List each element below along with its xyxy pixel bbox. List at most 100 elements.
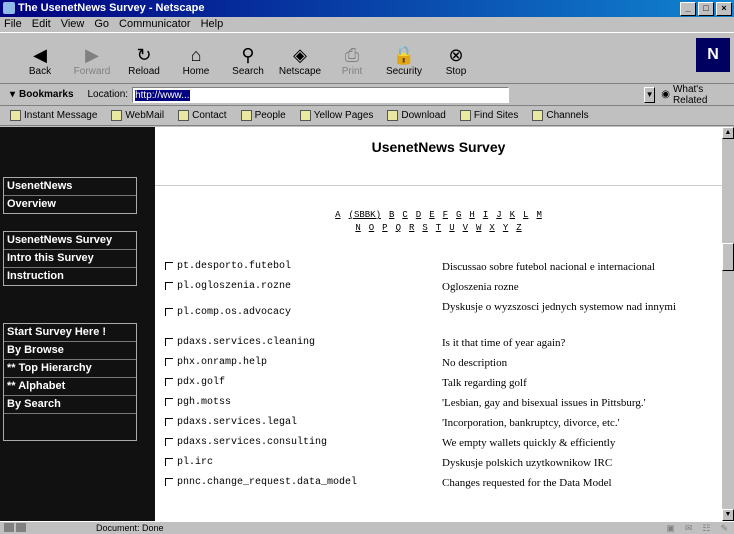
alpha-link[interactable]: Y [503, 223, 508, 233]
nav-usenetnews-survey[interactable]: UsenetNews Survey [4, 232, 136, 250]
scroll-thumb[interactable] [722, 243, 734, 271]
alpha-link[interactable]: O [369, 223, 374, 233]
forward-arrow-icon: ▶ [85, 45, 99, 65]
whats-related-button[interactable]: ◉ What's Related [661, 84, 734, 106]
alpha-link[interactable]: E [429, 210, 434, 220]
vertical-scrollbar[interactable]: ▲ ▼ [722, 127, 734, 521]
alpha-link[interactable]: C [402, 210, 407, 220]
group-checkbox[interactable] [165, 282, 173, 290]
alpha-link[interactable]: M [536, 210, 541, 220]
netscape-button[interactable]: ◈ Netscape [274, 33, 326, 79]
alpha-link[interactable]: F [443, 210, 448, 220]
menu-go[interactable]: Go [94, 17, 109, 32]
nav-usenetnews[interactable]: UsenetNews [4, 178, 136, 196]
bookmarks-button[interactable]: ▾ Bookmarks [10, 89, 74, 100]
group-checkbox[interactable] [165, 398, 173, 406]
nav-alphabet[interactable]: ** Alphabet [4, 378, 136, 396]
netscape-logo[interactable]: N [696, 38, 730, 72]
yellow-pages-button[interactable]: Yellow Pages [299, 110, 373, 121]
alpha-link[interactable]: H [469, 210, 474, 220]
group-name: pdaxs.services.consulting [177, 437, 328, 448]
menu-view[interactable]: View [61, 17, 85, 32]
channels-icon [532, 110, 544, 121]
divider [155, 185, 722, 186]
search-button[interactable]: ⚲ Search [222, 33, 274, 79]
status-text: Document: Done [96, 523, 164, 533]
personal-toolbar: Instant Message WebMail Contact People Y… [0, 106, 734, 126]
group-checkbox[interactable] [165, 338, 173, 346]
group-checkbox[interactable] [165, 358, 173, 366]
contact-button[interactable]: Contact [178, 110, 227, 121]
nav-by-browse[interactable]: By Browse [4, 342, 136, 360]
alpha-link[interactable]: X [489, 223, 494, 233]
alpha-link[interactable]: D [416, 210, 421, 220]
group-checkbox[interactable] [165, 418, 173, 426]
discussions-icon[interactable]: ☷ [702, 522, 710, 534]
close-button[interactable]: × [716, 2, 732, 16]
alpha-link[interactable]: K [510, 210, 515, 220]
alpha-link[interactable]: R [409, 223, 414, 233]
back-button[interactable]: ◀ Back [14, 33, 66, 79]
nav-by-search[interactable]: By Search [4, 396, 136, 414]
list-item: pdaxs.services.cleaning Is it that time o… [165, 335, 722, 355]
alpha-link[interactable]: W [476, 223, 481, 233]
find-sites-button[interactable]: Find Sites [459, 110, 518, 121]
menu-edit[interactable]: Edit [32, 17, 51, 32]
composer-icon[interactable]: ✎ [720, 522, 728, 534]
minimize-button[interactable]: _ [680, 2, 696, 16]
nav-start-survey[interactable]: Start Survey Here ! [4, 324, 136, 342]
group-description: Ogloszenia rozne [442, 281, 519, 293]
nav-overview[interactable]: Overview [4, 196, 136, 213]
alpha-link[interactable]: L [523, 210, 528, 220]
channels-button[interactable]: Channels [532, 110, 589, 121]
scroll-up-button[interactable]: ▲ [722, 127, 734, 139]
group-checkbox[interactable] [165, 458, 173, 466]
maximize-button[interactable]: □ [698, 2, 714, 16]
alpha-link[interactable]: T [436, 223, 441, 233]
scroll-down-button[interactable]: ▼ [722, 509, 734, 521]
nav-top-hierarchy[interactable]: ** Top Hierarchy [4, 360, 136, 378]
alpha-link[interactable]: Z [516, 223, 521, 233]
nav-instruction[interactable]: Instruction [4, 268, 136, 285]
alpha-link[interactable]: J [496, 210, 501, 220]
download-button[interactable]: Download [387, 110, 446, 121]
mail-icon[interactable]: ✉ [685, 522, 693, 534]
reload-button[interactable]: ↻ Reload [118, 33, 170, 79]
home-button[interactable]: ⌂ Home [170, 33, 222, 79]
group-checkbox[interactable] [165, 308, 173, 316]
alpha-link[interactable]: P [382, 223, 387, 233]
alpha-link[interactable]: Q [396, 223, 401, 233]
print-button[interactable]: ⎙ Print [326, 33, 378, 79]
url-input[interactable]: http://www... [132, 86, 510, 103]
webmail-button[interactable]: WebMail [111, 110, 164, 121]
stop-button[interactable]: ⊗ Stop [430, 33, 482, 79]
alpha-link[interactable]: I [483, 210, 488, 220]
instant-message-icon [10, 110, 21, 121]
alpha-link[interactable]: N [355, 223, 360, 233]
menu-communicator[interactable]: Communicator [119, 17, 191, 32]
alpha-link[interactable]: S [422, 223, 427, 233]
url-dropdown-button[interactable]: ▼ [644, 86, 656, 103]
group-checkbox[interactable] [165, 438, 173, 446]
instant-message-button[interactable]: Instant Message [10, 110, 97, 121]
status-bar: Document: Done ▣ ✉ ☷ ✎ [0, 521, 734, 533]
group-checkbox[interactable] [165, 378, 173, 386]
forward-button[interactable]: ▶ Forward [66, 33, 118, 79]
alpha-link[interactable]: G [456, 210, 461, 220]
people-button[interactable]: People [240, 110, 286, 121]
menu-help[interactable]: Help [201, 17, 224, 32]
nav-intro-survey[interactable]: Intro this Survey [4, 250, 136, 268]
security-button[interactable]: 🔒 Security [378, 33, 430, 79]
group-checkbox[interactable] [165, 478, 173, 486]
group-description: Dyskusje polskich uzytkownikow IRC [442, 457, 613, 469]
alphabet-index: A (SBBK) B C D E F G H I J K L M NOPQRSTUVWXYZ [155, 209, 722, 235]
alpha-link[interactable]: B [389, 210, 394, 220]
menu-file[interactable]: File [4, 17, 22, 32]
alpha-link[interactable]: V [463, 223, 468, 233]
alpha-link[interactable]: U [449, 223, 454, 233]
alpha-link[interactable]: A [335, 210, 340, 220]
group-checkbox[interactable] [165, 262, 173, 270]
alpha-link[interactable]: (SBBK) [349, 210, 381, 220]
print-label: Print [341, 66, 363, 77]
navigator-icon[interactable]: ▣ [666, 522, 675, 534]
